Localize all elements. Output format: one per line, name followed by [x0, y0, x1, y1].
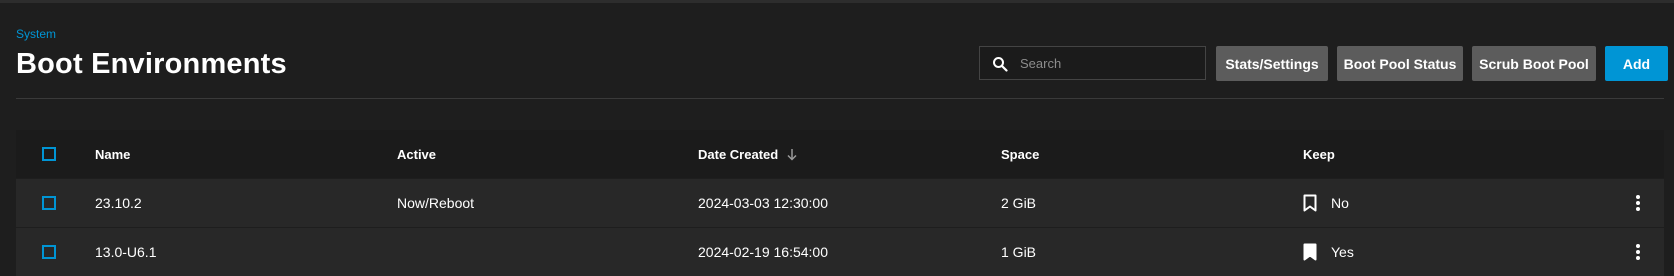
- row-date-created: 2024-02-19 16:54:00: [698, 244, 828, 260]
- boot-pool-status-button[interactable]: Boot Pool Status: [1337, 46, 1463, 81]
- scrub-boot-pool-button[interactable]: Scrub Boot Pool: [1472, 46, 1596, 81]
- row-keep: No: [1303, 179, 1349, 227]
- row-checkbox[interactable]: [42, 245, 56, 259]
- column-header-name[interactable]: Name: [95, 130, 130, 178]
- column-header-space[interactable]: Space: [1001, 130, 1039, 178]
- stats-settings-button[interactable]: Stats/Settings: [1216, 46, 1328, 81]
- table-header: Name Active Date Created Space Keep: [16, 130, 1664, 178]
- bookmark-outline-icon[interactable]: [1303, 194, 1317, 212]
- row-name: 13.0-U6.1: [95, 244, 157, 260]
- row-keep-label: No: [1331, 195, 1349, 211]
- table-row[interactable]: 23.10.2 Now/Reboot 2024-03-03 12:30:00 2…: [16, 178, 1664, 227]
- column-header-keep[interactable]: Keep: [1303, 130, 1335, 178]
- row-date-created: 2024-03-03 12:30:00: [698, 195, 828, 211]
- column-header-date-created-label: Date Created: [698, 146, 779, 162]
- row-keep: Yes: [1303, 228, 1354, 276]
- bookmark-filled-icon[interactable]: [1303, 243, 1317, 261]
- breadcrumb[interactable]: System: [16, 27, 56, 41]
- add-button[interactable]: Add: [1605, 46, 1668, 81]
- row-checkbox[interactable]: [42, 196, 56, 210]
- select-all-checkbox[interactable]: [42, 147, 56, 161]
- arrow-down-icon[interactable]: [786, 148, 798, 161]
- row-active: Now/Reboot: [397, 195, 475, 211]
- search-input[interactable]: [1020, 47, 1200, 79]
- more-vert-icon[interactable]: [1628, 228, 1648, 276]
- search-icon: [992, 56, 1008, 72]
- header-divider: [16, 98, 1664, 99]
- row-space: 2 GiB: [1001, 195, 1037, 211]
- column-header-date-created[interactable]: Date Created: [698, 130, 798, 178]
- search-box[interactable]: [979, 46, 1206, 80]
- more-vert-icon[interactable]: [1628, 179, 1648, 227]
- page-title: Boot Environments: [16, 48, 287, 80]
- table-row[interactable]: 13.0-U6.1 2024-02-19 16:54:00 1 GiB Yes: [16, 227, 1664, 276]
- row-space: 1 GiB: [1001, 244, 1037, 260]
- row-keep-label: Yes: [1331, 244, 1354, 260]
- column-header-active[interactable]: Active: [397, 130, 436, 178]
- row-name: 23.10.2: [95, 195, 142, 211]
- top-bar-edge: [0, 0, 1674, 3]
